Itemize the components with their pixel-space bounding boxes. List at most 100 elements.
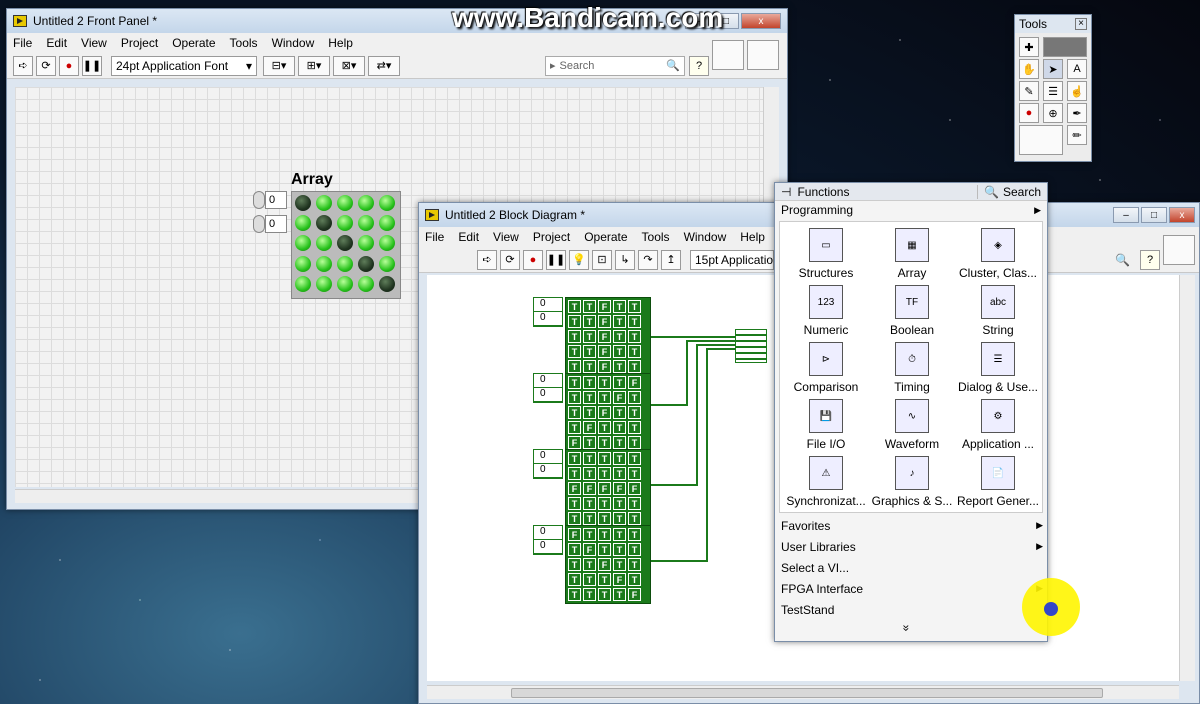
led-indicator[interactable] — [358, 275, 374, 292]
palette-item-timing[interactable]: ⏱ Timing — [870, 342, 954, 394]
boolean-cell[interactable]: T — [628, 497, 641, 510]
boolean-cell[interactable]: T — [628, 391, 641, 404]
palette-menu-item[interactable]: TestStand — [775, 599, 1049, 620]
run-continuous-icon[interactable]: ⟳ — [36, 55, 56, 76]
boolean-cell[interactable]: T — [598, 528, 611, 541]
menu-file[interactable]: File — [425, 230, 444, 244]
help-icon[interactable]: ? — [689, 55, 709, 76]
index-spinner-icon[interactable] — [253, 191, 265, 209]
minimize-button[interactable]: – — [1113, 207, 1139, 223]
search-icon[interactable]: 🔍 — [1115, 253, 1130, 267]
resize-icon[interactable]: ⊠▾ — [333, 55, 365, 76]
menu-tools[interactable]: Tools — [642, 230, 670, 244]
led-indicator[interactable] — [316, 275, 332, 292]
boolean-cell[interactable]: T — [628, 421, 641, 434]
boolean-cell[interactable]: T — [613, 497, 626, 510]
shortcut-menu-icon[interactable]: ☰ — [1043, 81, 1063, 101]
expand-more-icon[interactable]: » — [899, 625, 913, 632]
menu-view[interactable]: View — [493, 230, 519, 244]
row-index-field[interactable]: 0 — [265, 191, 287, 209]
boolean-cell[interactable]: T — [583, 512, 596, 525]
color-picker-icon[interactable]: ✒ — [1067, 103, 1087, 123]
boolean-cell[interactable]: T — [583, 330, 596, 343]
boolean-cell[interactable]: T — [613, 330, 626, 343]
boolean-cell[interactable]: T — [613, 360, 626, 373]
boolean-cell[interactable]: T — [598, 573, 611, 586]
run-arrow-icon[interactable]: ➪ — [477, 249, 497, 270]
boolean-cell[interactable]: T — [613, 452, 626, 465]
boolean-cell[interactable]: T — [583, 558, 596, 571]
abort-icon[interactable]: ● — [523, 249, 543, 270]
palette-item-cluster-clas[interactable]: ◈ Cluster, Clas... — [956, 228, 1040, 280]
boolean-cell[interactable]: T — [583, 436, 596, 449]
step-out-icon[interactable]: ↥ — [661, 249, 681, 270]
boolean-cell[interactable]: T — [598, 376, 611, 389]
boolean-cell[interactable]: T — [568, 497, 581, 510]
palette-item-numeric[interactable]: 123 Numeric — [784, 285, 868, 337]
boolean-cell[interactable]: F — [568, 482, 581, 495]
palette-item-report-gener[interactable]: 📄 Report Gener... — [956, 456, 1040, 508]
palette-item-string[interactable]: abc String — [956, 285, 1040, 337]
boolean-cell[interactable]: T — [568, 573, 581, 586]
scroll-hand-icon[interactable]: ☝ — [1067, 81, 1087, 101]
boolean-cell[interactable]: T — [568, 467, 581, 480]
palette-item-structures[interactable]: ▭ Structures — [784, 228, 868, 280]
boolean-cell[interactable]: T — [613, 558, 626, 571]
boolean-cell[interactable]: T — [628, 512, 641, 525]
led-indicator[interactable] — [316, 235, 332, 252]
boolean-cell[interactable]: T — [568, 345, 581, 358]
boolean-cell[interactable]: F — [613, 573, 626, 586]
close-button[interactable]: x — [1169, 207, 1195, 223]
menu-operate[interactable]: Operate — [172, 36, 215, 50]
palette-menu-item[interactable]: User Libraries ▶ — [775, 536, 1049, 557]
boolean-cell[interactable]: T — [598, 391, 611, 404]
font-select[interactable]: 15pt Applicatio — [690, 249, 774, 270]
boolean-cell[interactable]: T — [583, 573, 596, 586]
brush-icon[interactable]: ✏ — [1067, 125, 1087, 145]
constant-index-display[interactable]: 00 — [533, 297, 563, 327]
boolean-cell[interactable]: F — [628, 588, 641, 601]
boolean-cell[interactable]: T — [568, 543, 581, 556]
boolean-cell[interactable]: F — [598, 360, 611, 373]
breakpoint-icon[interactable]: ● — [1019, 103, 1039, 123]
led-indicator[interactable] — [295, 235, 311, 252]
menu-edit[interactable]: Edit — [46, 36, 67, 50]
pin-icon[interactable]: ⊣ — [781, 185, 791, 199]
boolean-cell[interactable]: F — [568, 436, 581, 449]
boolean-cell[interactable]: T — [628, 345, 641, 358]
boolean-cell[interactable]: T — [628, 543, 641, 556]
retain-wire-values-icon[interactable]: ⊡ — [592, 249, 612, 270]
palette-menu-item[interactable]: Select a VI... — [775, 557, 1049, 578]
boolean-cell[interactable]: T — [613, 315, 626, 328]
led-indicator[interactable] — [379, 235, 395, 252]
led-indicator[interactable] — [295, 255, 311, 272]
boolean-cell[interactable]: T — [583, 376, 596, 389]
reorder-icon[interactable]: ⇄▾ — [368, 55, 400, 76]
menu-window[interactable]: Window — [684, 230, 727, 244]
boolean-cell[interactable]: T — [613, 543, 626, 556]
boolean-cell[interactable]: T — [613, 345, 626, 358]
build-array-node[interactable] — [735, 329, 767, 363]
boolean-cell[interactable]: T — [568, 452, 581, 465]
led-indicator[interactable] — [379, 255, 395, 272]
boolean-cell[interactable]: T — [583, 315, 596, 328]
led-indicator[interactable] — [379, 215, 395, 232]
search-icon[interactable]: 🔍 — [666, 59, 680, 72]
pause-icon[interactable]: ❚❚ — [546, 249, 566, 270]
led-indicator[interactable] — [316, 215, 332, 232]
led-indicator[interactable] — [337, 215, 353, 232]
boolean-cell[interactable]: T — [613, 512, 626, 525]
highlight-execution-icon[interactable]: 💡 — [569, 249, 589, 270]
boolean-cell[interactable]: T — [598, 421, 611, 434]
boolean-cell[interactable]: F — [628, 482, 641, 495]
led-indicator[interactable] — [337, 195, 353, 211]
boolean-cell[interactable]: T — [568, 376, 581, 389]
auto-tool-icon[interactable]: ✚ — [1019, 37, 1039, 57]
wiring-spool-icon[interactable]: ✎ — [1019, 81, 1039, 101]
palette-item-array[interactable]: ▦ Array — [870, 228, 954, 280]
palette-item-synchronizat[interactable]: ⚠ Synchronizat... — [784, 456, 868, 508]
horizontal-scrollbar[interactable] — [427, 685, 1179, 699]
boolean-cell[interactable]: T — [598, 512, 611, 525]
boolean-cell[interactable]: T — [583, 528, 596, 541]
category-programming[interactable]: Programming ▶ — [775, 201, 1047, 219]
